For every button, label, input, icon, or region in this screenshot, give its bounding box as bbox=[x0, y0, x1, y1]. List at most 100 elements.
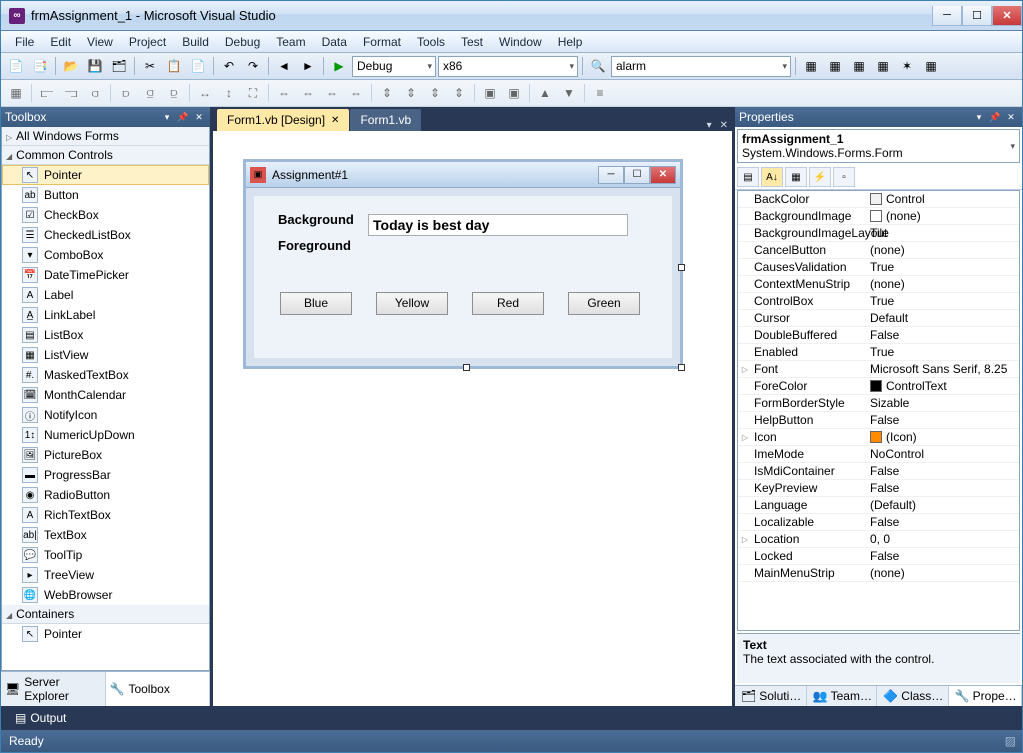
align-bottom-icon[interactable]: ⫒ bbox=[163, 82, 185, 104]
form-designer[interactable]: ▣ Assignment#1 ─ ☐ ✕ Background Foregrou… bbox=[213, 131, 732, 706]
categorized-icon[interactable]: ▤ bbox=[737, 167, 759, 187]
tab-output[interactable]: ▤ Output bbox=[7, 708, 74, 728]
menu-test[interactable]: Test bbox=[453, 35, 491, 49]
same-size-icon[interactable]: ⛶ bbox=[242, 82, 264, 104]
hspace-dec-icon[interactable]: ⇔ bbox=[321, 82, 343, 104]
property-pages-icon[interactable]: ▫ bbox=[833, 167, 855, 187]
platform-combo[interactable]: x86 bbox=[438, 56, 578, 77]
close-button[interactable]: ✕ bbox=[992, 6, 1022, 26]
button-green[interactable]: Green bbox=[568, 292, 640, 315]
paste-icon[interactable]: 📄 bbox=[187, 55, 209, 77]
prop-formborderstyle[interactable]: FormBorderStyleSizable bbox=[738, 395, 1019, 412]
toolbox-item-tooltip[interactable]: 💬ToolTip bbox=[2, 545, 209, 565]
nav-fwd-icon[interactable]: ► bbox=[297, 55, 319, 77]
align-left-icon[interactable]: ⫍ bbox=[36, 82, 58, 104]
toolbox-item-notifyicon[interactable]: ⓘNotifyIcon bbox=[2, 405, 209, 425]
prop-language[interactable]: Language(Default) bbox=[738, 497, 1019, 514]
toolbox-item-treeview[interactable]: ▸TreeView bbox=[2, 565, 209, 585]
tab-class-view[interactable]: 🔷Class… bbox=[877, 686, 948, 706]
toolbox-item-linklabel[interactable]: A̲LinkLabel bbox=[2, 305, 209, 325]
nav-back-icon[interactable]: ◄ bbox=[273, 55, 295, 77]
vspace-eq-icon[interactable]: ⇕ bbox=[376, 82, 398, 104]
tab-code[interactable]: Form1.vb bbox=[350, 109, 421, 131]
align-center-icon[interactable]: ⫎ bbox=[60, 82, 82, 104]
prop-backgroundimage[interactable]: BackgroundImage(none) bbox=[738, 208, 1019, 225]
send-back-icon[interactable]: ▼ bbox=[558, 82, 580, 104]
prop-mainmenustrip[interactable]: MainMenuStrip(none) bbox=[738, 565, 1019, 582]
prop-backgroundimagelayout[interactable]: BackgroundImageLayoutTile bbox=[738, 225, 1019, 242]
properties-header[interactable]: Properties ▾ 📌 ✕ bbox=[735, 107, 1022, 127]
prop-location[interactable]: ▷Location0, 0 bbox=[738, 531, 1019, 548]
toolbox-item-progressbar[interactable]: ▬ProgressBar bbox=[2, 465, 209, 485]
save-all-icon[interactable]: 🗂 bbox=[108, 55, 130, 77]
align-middle-icon[interactable]: ⫑ bbox=[139, 82, 161, 104]
prop-helpbutton[interactable]: HelpButtonFalse bbox=[738, 412, 1019, 429]
toolbox-item-button[interactable]: abButton bbox=[2, 185, 209, 205]
dropdown-icon[interactable]: ▾ bbox=[160, 110, 174, 124]
tab-order-icon[interactable]: ≡ bbox=[589, 82, 611, 104]
hspace-eq-icon[interactable]: ⇔ bbox=[273, 82, 295, 104]
prop-keypreview[interactable]: KeyPreviewFalse bbox=[738, 480, 1019, 497]
group-containers[interactable]: Containers bbox=[2, 605, 209, 624]
menu-edit[interactable]: Edit bbox=[42, 35, 79, 49]
toolbox-item-monthcalendar[interactable]: 🗓MonthCalendar bbox=[2, 385, 209, 405]
menu-project[interactable]: Project bbox=[121, 35, 174, 49]
tb-misc2-icon[interactable]: ▦ bbox=[824, 55, 846, 77]
prop-enabled[interactable]: EnabledTrue bbox=[738, 344, 1019, 361]
toolbox-item-listbox[interactable]: ▤ListBox bbox=[2, 325, 209, 345]
toolbox-item-maskedtextbox[interactable]: #.MaskedTextBox bbox=[2, 365, 209, 385]
same-height-icon[interactable]: ↕ bbox=[218, 82, 240, 104]
prop-font[interactable]: ▷FontMicrosoft Sans Serif, 8.25 bbox=[738, 361, 1019, 378]
prop-contextmenustrip[interactable]: ContextMenuStrip(none) bbox=[738, 276, 1019, 293]
tb-misc5-icon[interactable]: ✶ bbox=[896, 55, 918, 77]
close-icon[interactable]: ✕ bbox=[192, 110, 206, 124]
find-combo[interactable]: alarm bbox=[611, 56, 791, 77]
toolbox-item-webbrowser[interactable]: 🌐WebBrowser bbox=[2, 585, 209, 605]
prop-doublebuffered[interactable]: DoubleBufferedFalse bbox=[738, 327, 1019, 344]
tb-misc1-icon[interactable]: ▦ bbox=[800, 55, 822, 77]
toolbox-item-label[interactable]: ALabel bbox=[2, 285, 209, 305]
menu-tools[interactable]: Tools bbox=[409, 35, 453, 49]
prop-cancelbutton[interactable]: CancelButton(none) bbox=[738, 242, 1019, 259]
button-yellow[interactable]: Yellow bbox=[376, 292, 448, 315]
prop-backcolor[interactable]: BackColorControl bbox=[738, 191, 1019, 208]
vspace-dec-icon[interactable]: ⇕ bbox=[424, 82, 446, 104]
tab-properties[interactable]: 🔧Prope… bbox=[949, 686, 1022, 706]
prop-locked[interactable]: LockedFalse bbox=[738, 548, 1019, 565]
pin-icon[interactable]: 📌 bbox=[176, 110, 190, 124]
toolbox-item-combobox[interactable]: ▾ComboBox bbox=[2, 245, 209, 265]
cut-icon[interactable]: ✂ bbox=[139, 55, 161, 77]
tab-toolbox[interactable]: 🔧Toolbox bbox=[106, 672, 211, 706]
undo-icon[interactable]: ↶ bbox=[218, 55, 240, 77]
toolbox-item-pointer[interactable]: ↖Pointer bbox=[2, 165, 209, 185]
menu-debug[interactable]: Debug bbox=[217, 35, 268, 49]
tab-solution-explorer[interactable]: 🗂Soluti… bbox=[735, 686, 807, 706]
align-right-icon[interactable]: ⫏ bbox=[84, 82, 106, 104]
titlebar[interactable]: ∞ frmAssignment_1 - Microsoft Visual Stu… bbox=[1, 1, 1022, 31]
property-grid[interactable]: BackColorControlBackgroundImage(none)Bac… bbox=[737, 190, 1020, 631]
tb-misc3-icon[interactable]: ▦ bbox=[848, 55, 870, 77]
designed-form[interactable]: ▣ Assignment#1 ─ ☐ ✕ Background Foregrou… bbox=[243, 159, 683, 369]
redo-icon[interactable]: ↷ bbox=[242, 55, 264, 77]
active-files-icon[interactable]: ▾ bbox=[703, 120, 716, 131]
button-red[interactable]: Red bbox=[472, 292, 544, 315]
menu-view[interactable]: View bbox=[79, 35, 121, 49]
properties-icon[interactable]: ▦ bbox=[785, 167, 807, 187]
toolbox-item-listview[interactable]: ▦ListView bbox=[2, 345, 209, 365]
toolbox-header[interactable]: Toolbox ▾ 📌 ✕ bbox=[1, 107, 210, 127]
open-icon[interactable]: 📂 bbox=[60, 55, 82, 77]
close-doc-icon[interactable]: ✕ bbox=[716, 120, 732, 131]
object-selector[interactable]: frmAssignment_1 System.Windows.Forms.For… bbox=[737, 129, 1020, 163]
tab-team-explorer[interactable]: 👥Team… bbox=[807, 686, 878, 706]
label-foreground[interactable]: Foreground bbox=[278, 238, 351, 253]
prop-controlbox[interactable]: ControlBoxTrue bbox=[738, 293, 1019, 310]
menu-data[interactable]: Data bbox=[314, 35, 355, 49]
copy-icon[interactable]: 📋 bbox=[163, 55, 185, 77]
prop-imemode[interactable]: ImeModeNoControl bbox=[738, 446, 1019, 463]
align-top-icon[interactable]: ⫐ bbox=[115, 82, 137, 104]
textbox-message[interactable]: Today is best day bbox=[368, 214, 628, 236]
add-item-icon[interactable]: 📑 bbox=[29, 55, 51, 77]
maximize-button[interactable]: ☐ bbox=[962, 6, 992, 26]
align-grid-icon[interactable]: ▦ bbox=[5, 82, 27, 104]
toolbox-item-richtextbox[interactable]: ARichTextBox bbox=[2, 505, 209, 525]
